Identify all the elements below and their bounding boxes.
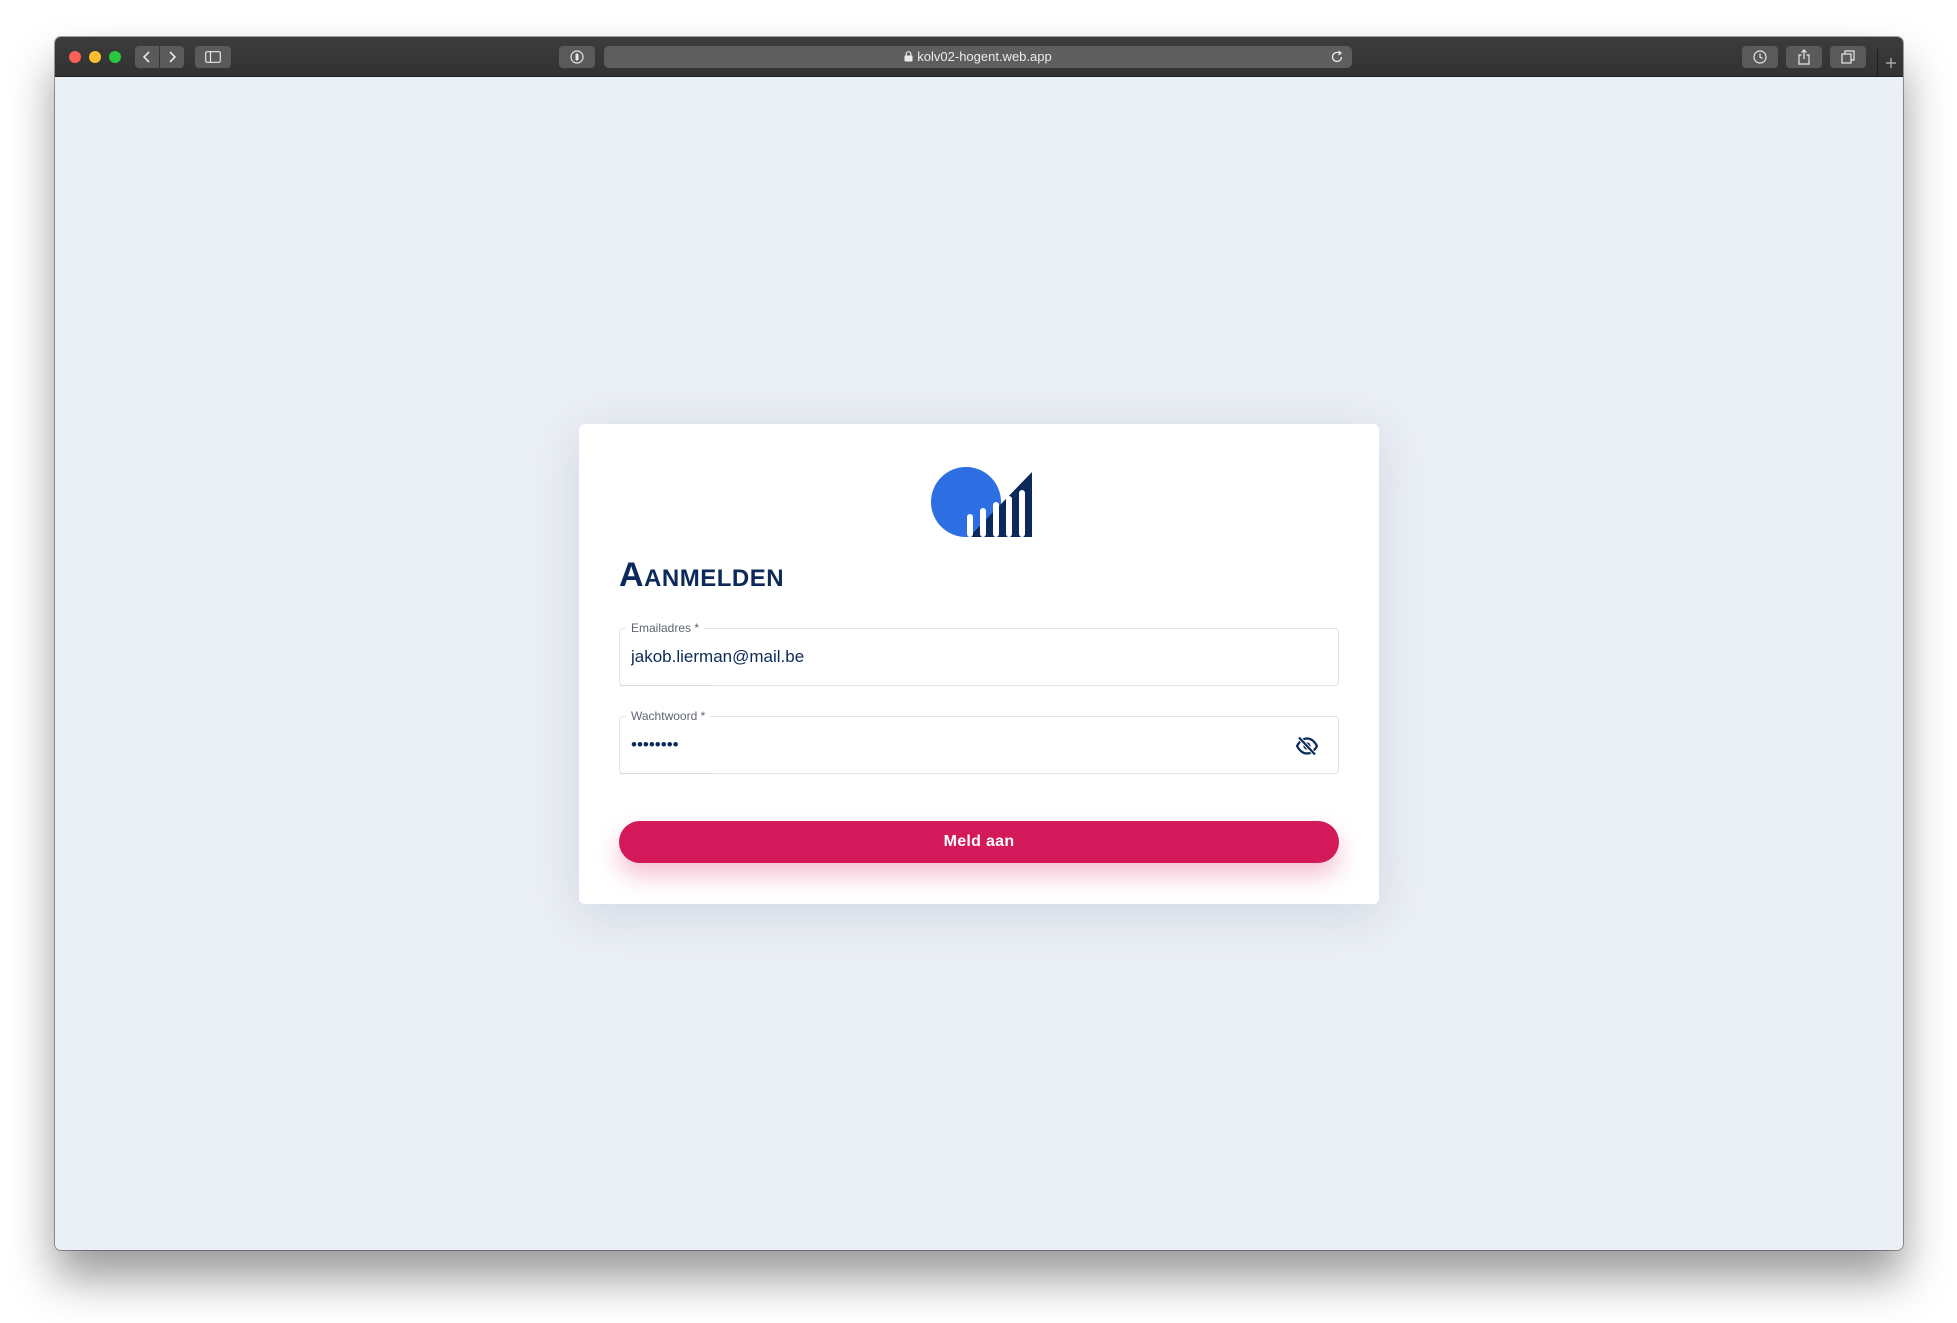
eye-off-icon: [1295, 736, 1319, 756]
field-underline: [620, 685, 712, 686]
email-field: Emailadres *: [619, 620, 1339, 686]
privacy-report-button[interactable]: [559, 46, 595, 68]
shield-icon: [570, 50, 584, 64]
tabs-icon: [1841, 50, 1855, 64]
password-field: Wachtwoord *: [619, 708, 1339, 774]
zoom-window-button[interactable]: [109, 51, 121, 63]
tab-overview-button[interactable]: [1830, 46, 1866, 68]
history-button[interactable]: [1742, 46, 1778, 68]
login-card: Aanmelden Emailadres * Wachtwoord *: [579, 424, 1379, 904]
toggle-password-visibility-button[interactable]: [1294, 733, 1320, 759]
share-icon: [1798, 49, 1810, 65]
browser-window: kolv02-hogent.web.app Aanmelden Emailadr…: [55, 37, 1903, 1250]
back-button[interactable]: [135, 46, 159, 68]
forward-button[interactable]: [160, 46, 184, 68]
address-bar[interactable]: kolv02-hogent.web.app: [604, 46, 1352, 68]
login-title: Aanmelden: [619, 556, 785, 594]
browser-toolbar: kolv02-hogent.web.app: [55, 37, 1903, 77]
chevron-right-icon: [169, 51, 177, 63]
close-window-button[interactable]: [69, 51, 81, 63]
sidebar-icon: [205, 51, 221, 63]
share-button[interactable]: [1786, 46, 1822, 68]
url-text: kolv02-hogent.web.app: [917, 49, 1052, 64]
minimize-window-button[interactable]: [89, 51, 101, 63]
new-tab-button[interactable]: [1877, 49, 1903, 76]
chevron-left-icon: [142, 51, 150, 63]
email-input[interactable]: [631, 629, 1251, 685]
sidebar-toggle-button[interactable]: [195, 46, 231, 68]
password-input[interactable]: [631, 717, 1251, 773]
plus-icon: [1886, 57, 1896, 68]
page-content: Aanmelden Emailadres * Wachtwoord *: [55, 77, 1903, 1250]
reload-icon[interactable]: [1330, 50, 1344, 64]
field-underline: [620, 773, 712, 774]
app-logo: [931, 467, 1032, 537]
lock-icon: [904, 51, 913, 62]
login-submit-button[interactable]: Meld aan: [619, 821, 1339, 863]
clock-icon: [1753, 50, 1767, 64]
